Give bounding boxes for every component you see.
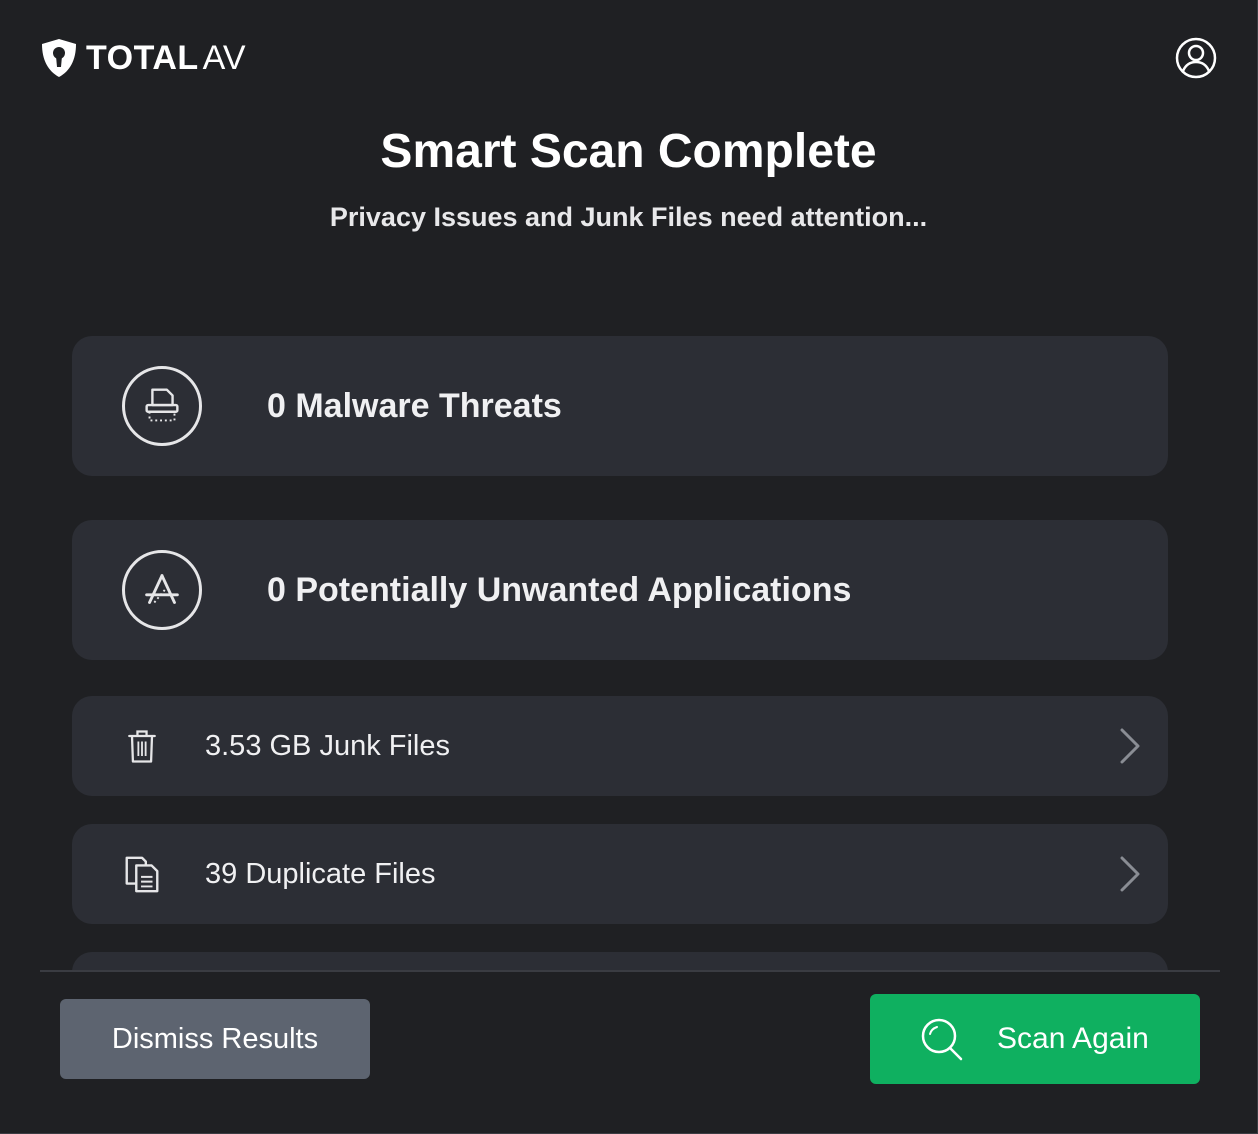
result-card-junk-files[interactable]: 3.53 GB Junk Files <box>72 696 1168 796</box>
result-card-duplicate-files[interactable]: 39 Duplicate Files <box>72 824 1168 924</box>
shield-logo-icon <box>42 39 76 77</box>
search-icon <box>921 1018 963 1061</box>
result-card-next[interactable] <box>72 952 1168 970</box>
scan-again-label: Scan Again <box>997 1022 1149 1055</box>
user-circle-icon <box>1175 37 1217 79</box>
app-store-icon <box>122 550 202 630</box>
pua-label: 0 Potentially Unwanted Applications <box>267 570 852 609</box>
results-list[interactable]: 0 Malware Threats 0 Potentially Unwanted… <box>72 336 1168 970</box>
result-card-malware: 0 Malware Threats <box>72 336 1168 476</box>
page-title: Smart Scan Complete <box>380 125 877 178</box>
dismiss-results-button[interactable]: Dismiss Results <box>60 999 370 1079</box>
logo-text-light: AV <box>202 38 246 77</box>
totalav-logo: TOTAL AV <box>40 38 246 78</box>
app-window: TOTAL AV Smart Scan Complete Privacy Iss… <box>0 0 1258 1134</box>
dismiss-results-label: Dismiss Results <box>111 1022 319 1055</box>
footer-divider <box>40 970 1220 972</box>
duplicate-files-icon <box>120 852 164 896</box>
malware-threats-label: 0 Malware Threats <box>267 386 562 425</box>
chevron-right-icon <box>1120 728 1140 764</box>
chevron-right-icon <box>1120 856 1140 892</box>
junk-files-label: 3.53 GB Junk Files <box>205 729 450 762</box>
page-subtitle: Privacy Issues and Junk Files need atten… <box>329 202 928 232</box>
result-card-pua: 0 Potentially Unwanted Applications <box>72 520 1168 660</box>
scan-again-button[interactable]: Scan Again <box>870 994 1200 1084</box>
account-button[interactable] <box>1175 37 1217 79</box>
duplicate-files-label: 39 Duplicate Files <box>205 857 436 890</box>
malware-shredder-icon <box>122 366 202 446</box>
logo-text-bold: TOTAL <box>86 38 199 77</box>
trash-icon <box>120 724 164 768</box>
